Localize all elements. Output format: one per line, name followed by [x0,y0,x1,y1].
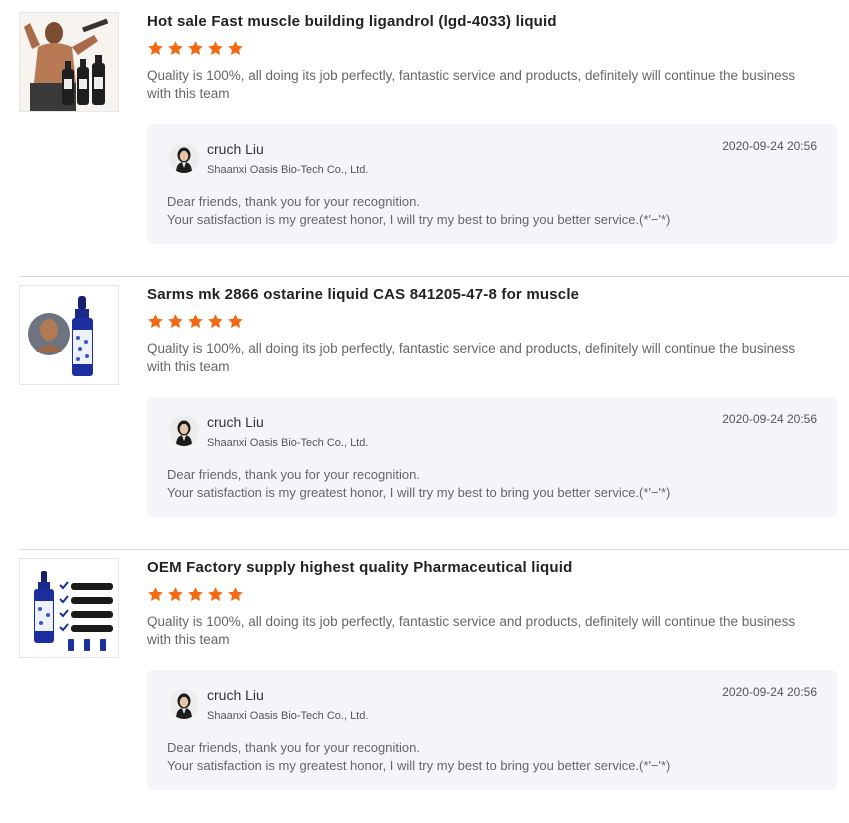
reply-text: Dear friends, thank you for your recogni… [167,193,670,229]
reply-author-name: cruch Liu [207,141,264,157]
reply-company: Shaanxi Oasis Bio-Tech Co., Ltd. [207,710,369,722]
avatar-image [169,416,199,446]
reply-company: Shaanxi Oasis Bio-Tech Co., Ltd. [207,164,369,176]
avatar-image [169,689,199,719]
product-thumbnail[interactable] [19,12,119,112]
review-comment: Quality is 100%, all doing its job perfe… [147,68,796,101]
star-rating [147,40,244,60]
star-icon [168,314,183,328]
star-icon [148,41,163,55]
star-icon [208,587,223,601]
star-icon [228,41,243,55]
avatar-image [169,143,199,173]
reply-line: Dear friends, thank you for your recogni… [167,467,420,482]
product-title[interactable]: OEM Factory supply highest quality Pharm… [147,558,707,578]
star-icon [208,41,223,55]
review-comment: Quality is 100%, all doing its job perfe… [147,614,796,647]
reply-line: Your satisfaction is my greatest honor, … [167,758,671,773]
star-icon [148,314,163,328]
star-icon [188,314,203,328]
reply-author-name: cruch Liu [207,687,264,703]
reply-line: Your satisfaction is my greatest honor, … [167,212,671,227]
reply-line: Dear friends, thank you for your recogni… [167,194,420,209]
review-comment: Quality is 100%, all doing its job perfe… [147,341,796,374]
product-title[interactable]: Sarms mk 2866 ostarine liquid CAS 841205… [147,285,707,305]
reply-text: Dear friends, thank you for your recogni… [167,739,670,775]
seller-reply: cruch Liu Shaanxi Oasis Bio-Tech Co., Lt… [147,670,837,790]
reply-author-name: cruch Liu [207,414,264,430]
reply-timestamp: 2020-09-24 20:56 [722,139,817,153]
star-icon [168,587,183,601]
star-rating [147,586,244,606]
product-image-bottle-checklist [20,559,118,657]
product-title[interactable]: Hot sale Fast muscle building ligandrol … [147,12,707,32]
product-thumbnail[interactable] [19,285,119,385]
product-image-dropper-bottle [20,286,118,384]
reply-timestamp: 2020-09-24 20:56 [722,685,817,699]
review-card: Sarms mk 2866 ostarine liquid CAS 841205… [19,285,849,550]
reply-text: Dear friends, thank you for your recogni… [167,466,670,502]
star-rating [147,313,244,333]
product-image-muscle-man [20,13,118,111]
star-icon [228,314,243,328]
reply-line: Dear friends, thank you for your recogni… [167,740,420,755]
avatar [169,143,199,173]
star-icon [228,587,243,601]
star-icon [188,41,203,55]
reply-company: Shaanxi Oasis Bio-Tech Co., Ltd. [207,437,369,449]
star-icon [148,587,163,601]
star-icon [208,314,223,328]
review-card: Hot sale Fast muscle building ligandrol … [19,12,849,277]
seller-reply: cruch Liu Shaanxi Oasis Bio-Tech Co., Lt… [147,397,837,517]
star-icon [188,587,203,601]
reply-timestamp: 2020-09-24 20:56 [722,412,817,426]
product-thumbnail[interactable] [19,558,119,658]
review-card: OEM Factory supply highest quality Pharm… [19,558,849,823]
star-icon [168,41,183,55]
seller-reply: cruch Liu Shaanxi Oasis Bio-Tech Co., Lt… [147,124,837,244]
avatar [169,416,199,446]
reply-line: Your satisfaction is my greatest honor, … [167,485,671,500]
avatar [169,689,199,719]
